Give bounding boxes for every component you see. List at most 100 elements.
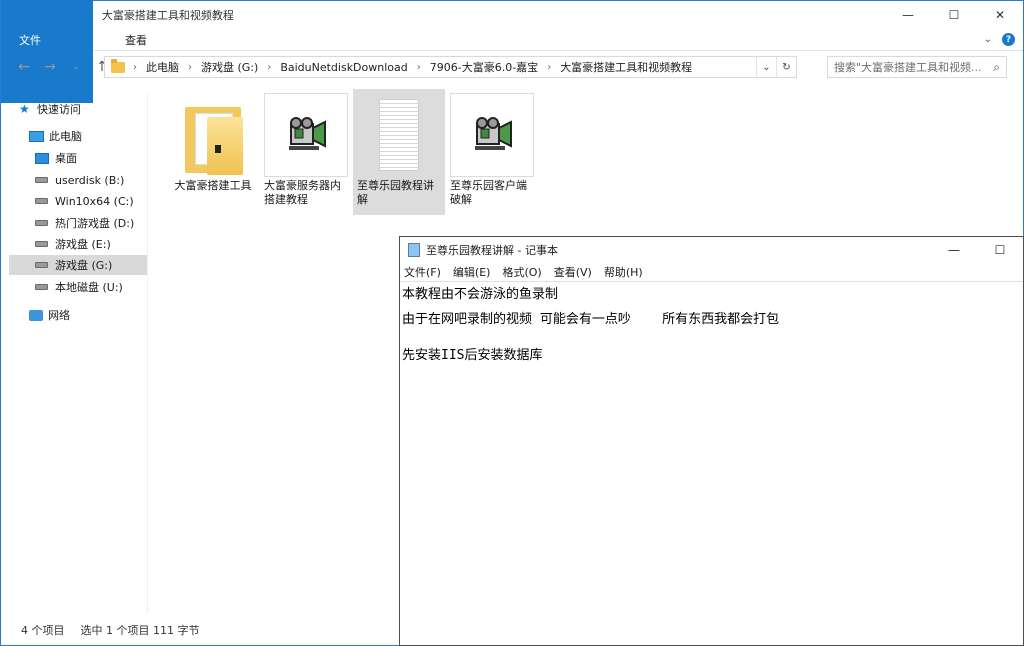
sidebar-item-label: 游戏盘 (E:) — [55, 238, 111, 251]
address-buttons: ⌄ ↻ — [756, 57, 796, 77]
file-thumbnail — [450, 93, 534, 177]
file-name: 至尊乐园教程讲解 — [357, 179, 434, 206]
breadcrumb-game-drive-g[interactable]: 游戏盘 (G:) — [201, 59, 258, 75]
explorer-titlebar: ▼ 大富豪搭建工具和视频教程 — ☐ ✕ — [1, 1, 1023, 29]
drive-icon — [35, 241, 48, 247]
navigation-buttons: ← → ⌄ ↑ — [1, 59, 113, 75]
desktop-icon — [35, 152, 49, 164]
search-placeholder: 搜索"大富豪搭建工具和视频... — [834, 61, 982, 74]
video-camera-icon — [289, 117, 326, 150]
menu-help[interactable]: 帮助(H) — [604, 264, 643, 280]
sidebar-item-label: 桌面 — [55, 152, 77, 165]
sidebar-item-label: 热门游戏盘 (D:) — [55, 217, 135, 230]
breadcrumb-separator-icon[interactable]: › — [417, 62, 421, 73]
navigation-pane: ★ 快速访问 此电脑 桌面 userdisk (B:) Win10x64 (C:… — [1, 93, 148, 613]
computer-icon — [29, 130, 44, 142]
drive-icon — [35, 198, 48, 204]
sidebar-item-label: Win10x64 (C:) — [55, 194, 134, 208]
star-icon: ★ — [19, 102, 30, 116]
breadcrumb-separator-icon[interactable]: › — [133, 62, 137, 73]
folder-icon — [185, 103, 243, 175]
sidebar-item-drive-g[interactable]: 游戏盘 (G:) — [9, 255, 147, 275]
breadcrumb: › 此电脑 › 游戏盘 (G:) › BaiduNetdiskDownload … — [133, 59, 692, 75]
notepad-window: 至尊乐园教程讲解 - 记事本 — ☐ 文件(F) 编辑(E) 格式(O) 查看(… — [399, 236, 1024, 646]
sidebar-item-label: 本地磁盘 (U:) — [55, 281, 123, 294]
sidebar-item-quick-access[interactable]: ★ 快速访问 — [19, 99, 147, 119]
breadcrumb-separator-icon[interactable]: › — [267, 62, 271, 73]
breadcrumb-this-pc[interactable]: 此电脑 — [146, 59, 179, 75]
window-controls: — ☐ ✕ — [885, 1, 1023, 29]
file-item-video[interactable]: 大富豪服务器内搭建教程 — [260, 89, 352, 215]
search-icon[interactable]: ⌕ — [993, 60, 1000, 75]
text-line: 本教程由不会游泳的鱼录制 — [402, 287, 559, 302]
breadcrumb-current-folder[interactable]: 大富豪搭建工具和视频教程 — [560, 59, 692, 75]
file-thumbnail — [357, 93, 441, 177]
sidebar-item-label: 网络 — [48, 309, 70, 322]
minimize-button[interactable]: — — [885, 1, 931, 29]
sidebar-item-network[interactable]: 网络 — [29, 305, 147, 325]
window-title: 大富豪搭建工具和视频教程 — [101, 9, 234, 22]
selection-info: 选中 1 个项目 111 字节 — [80, 624, 200, 637]
sidebar-item-drive-b[interactable]: userdisk (B:) — [35, 170, 147, 190]
sidebar-item-drive-d[interactable]: 热门游戏盘 (D:) — [35, 213, 147, 233]
back-arrow-icon[interactable]: ← — [13, 59, 35, 75]
item-count: 4 个项目 — [21, 624, 65, 637]
menu-file[interactable]: 文件(F) — [404, 264, 441, 280]
status-bar: 4 个项目 选中 1 个项目 111 字节 — [1, 619, 401, 641]
refresh-icon[interactable]: ↻ — [776, 57, 796, 77]
video-camera-icon — [475, 117, 512, 150]
sidebar-item-drive-c[interactable]: Win10x64 (C:) — [35, 191, 147, 211]
file-thumbnail — [264, 93, 348, 177]
file-name: 大富豪搭建工具 — [174, 179, 252, 192]
sidebar-item-this-pc[interactable]: 此电脑 — [29, 126, 147, 146]
close-button[interactable]: ✕ — [977, 1, 1023, 29]
file-item-folder[interactable]: 大富豪搭建工具 — [167, 89, 259, 215]
drive-icon — [35, 262, 48, 268]
drive-icon — [35, 220, 48, 226]
ribbon-tabs: 文件 主页 共享 查看 ⌄ ? — [1, 0, 1023, 103]
notepad-titlebar: 至尊乐园教程讲解 - 记事本 — ☐ — [400, 237, 1023, 263]
sidebar-item-label: 游戏盘 (G:) — [55, 259, 113, 272]
notepad-maximize-button[interactable]: ☐ — [977, 237, 1023, 263]
file-name: 至尊乐园客户端破解 — [450, 179, 527, 206]
breadcrumb-7906-folder[interactable]: 7906-大富豪6.0-嘉宝 — [430, 59, 538, 75]
text-line: 先安装IIS后安装数据库 — [402, 348, 543, 363]
breadcrumb-separator-icon[interactable]: › — [188, 62, 192, 73]
sidebar-item-label: 此电脑 — [49, 130, 82, 143]
menu-format[interactable]: 格式(O) — [502, 264, 541, 280]
search-box[interactable]: 搜索"大富豪搭建工具和视频... ⌕ — [827, 56, 1007, 78]
tab-view[interactable]: 查看 — [109, 29, 163, 51]
ribbon-right-controls: ⌄ ? — [984, 33, 1015, 46]
recent-chevron-down-icon[interactable]: ⌄ — [65, 62, 87, 72]
address-bar[interactable]: › 此电脑 › 游戏盘 (G:) › BaiduNetdiskDownload … — [104, 56, 797, 78]
address-bar-row: ← → ⌄ ↑ › 此电脑 › 游戏盘 (G:) › BaiduNetdiskD… — [1, 52, 1023, 82]
sidebar-item-label: 快速访问 — [37, 103, 81, 116]
breadcrumb-separator-icon[interactable]: › — [547, 62, 551, 73]
network-icon — [29, 309, 43, 321]
menu-edit[interactable]: 编辑(E) — [453, 264, 491, 280]
expand-ribbon-chevron-icon[interactable]: ⌄ — [984, 34, 992, 45]
text-document-icon — [379, 99, 419, 171]
notepad-menu-bar: 文件(F) 编辑(E) 格式(O) 查看(V) 帮助(H) — [400, 263, 1023, 281]
file-item-video[interactable]: 至尊乐园客户端破解 — [446, 89, 538, 215]
forward-arrow-icon[interactable]: → — [39, 59, 61, 75]
notepad-window-controls: — ☐ — [931, 237, 1023, 263]
folder-icon — [111, 58, 125, 73]
notepad-title: 至尊乐园教程讲解 - 记事本 — [426, 244, 558, 257]
sidebar-item-drive-e[interactable]: 游戏盘 (E:) — [35, 234, 147, 254]
breadcrumb-baidu-download[interactable]: BaiduNetdiskDownload — [280, 61, 407, 74]
sidebar-item-label: userdisk (B:) — [55, 173, 125, 187]
sidebar-item-desktop[interactable]: 桌面 — [35, 148, 147, 168]
notepad-minimize-button[interactable]: — — [931, 237, 977, 263]
file-item-text-document[interactable]: 至尊乐园教程讲解 — [353, 89, 445, 215]
text-line: 由于在网吧录制的视频 可能会有一点吵 所有东西我都会打包 — [402, 312, 780, 327]
file-name: 大富豪服务器内搭建教程 — [264, 179, 341, 206]
help-icon[interactable]: ? — [1002, 33, 1015, 46]
notepad-icon — [408, 243, 420, 257]
notepad-text-area[interactable]: 本教程由不会游泳的鱼录制 由于在网吧录制的视频 可能会有一点吵 所有东西我都会打… — [400, 281, 1023, 645]
menu-view[interactable]: 查看(V) — [554, 264, 592, 280]
maximize-button[interactable]: ☐ — [931, 1, 977, 29]
address-history-chevron-icon[interactable]: ⌄ — [756, 57, 776, 77]
sidebar-item-drive-u[interactable]: 本地磁盘 (U:) — [35, 277, 147, 297]
file-thumbnail — [171, 93, 255, 177]
